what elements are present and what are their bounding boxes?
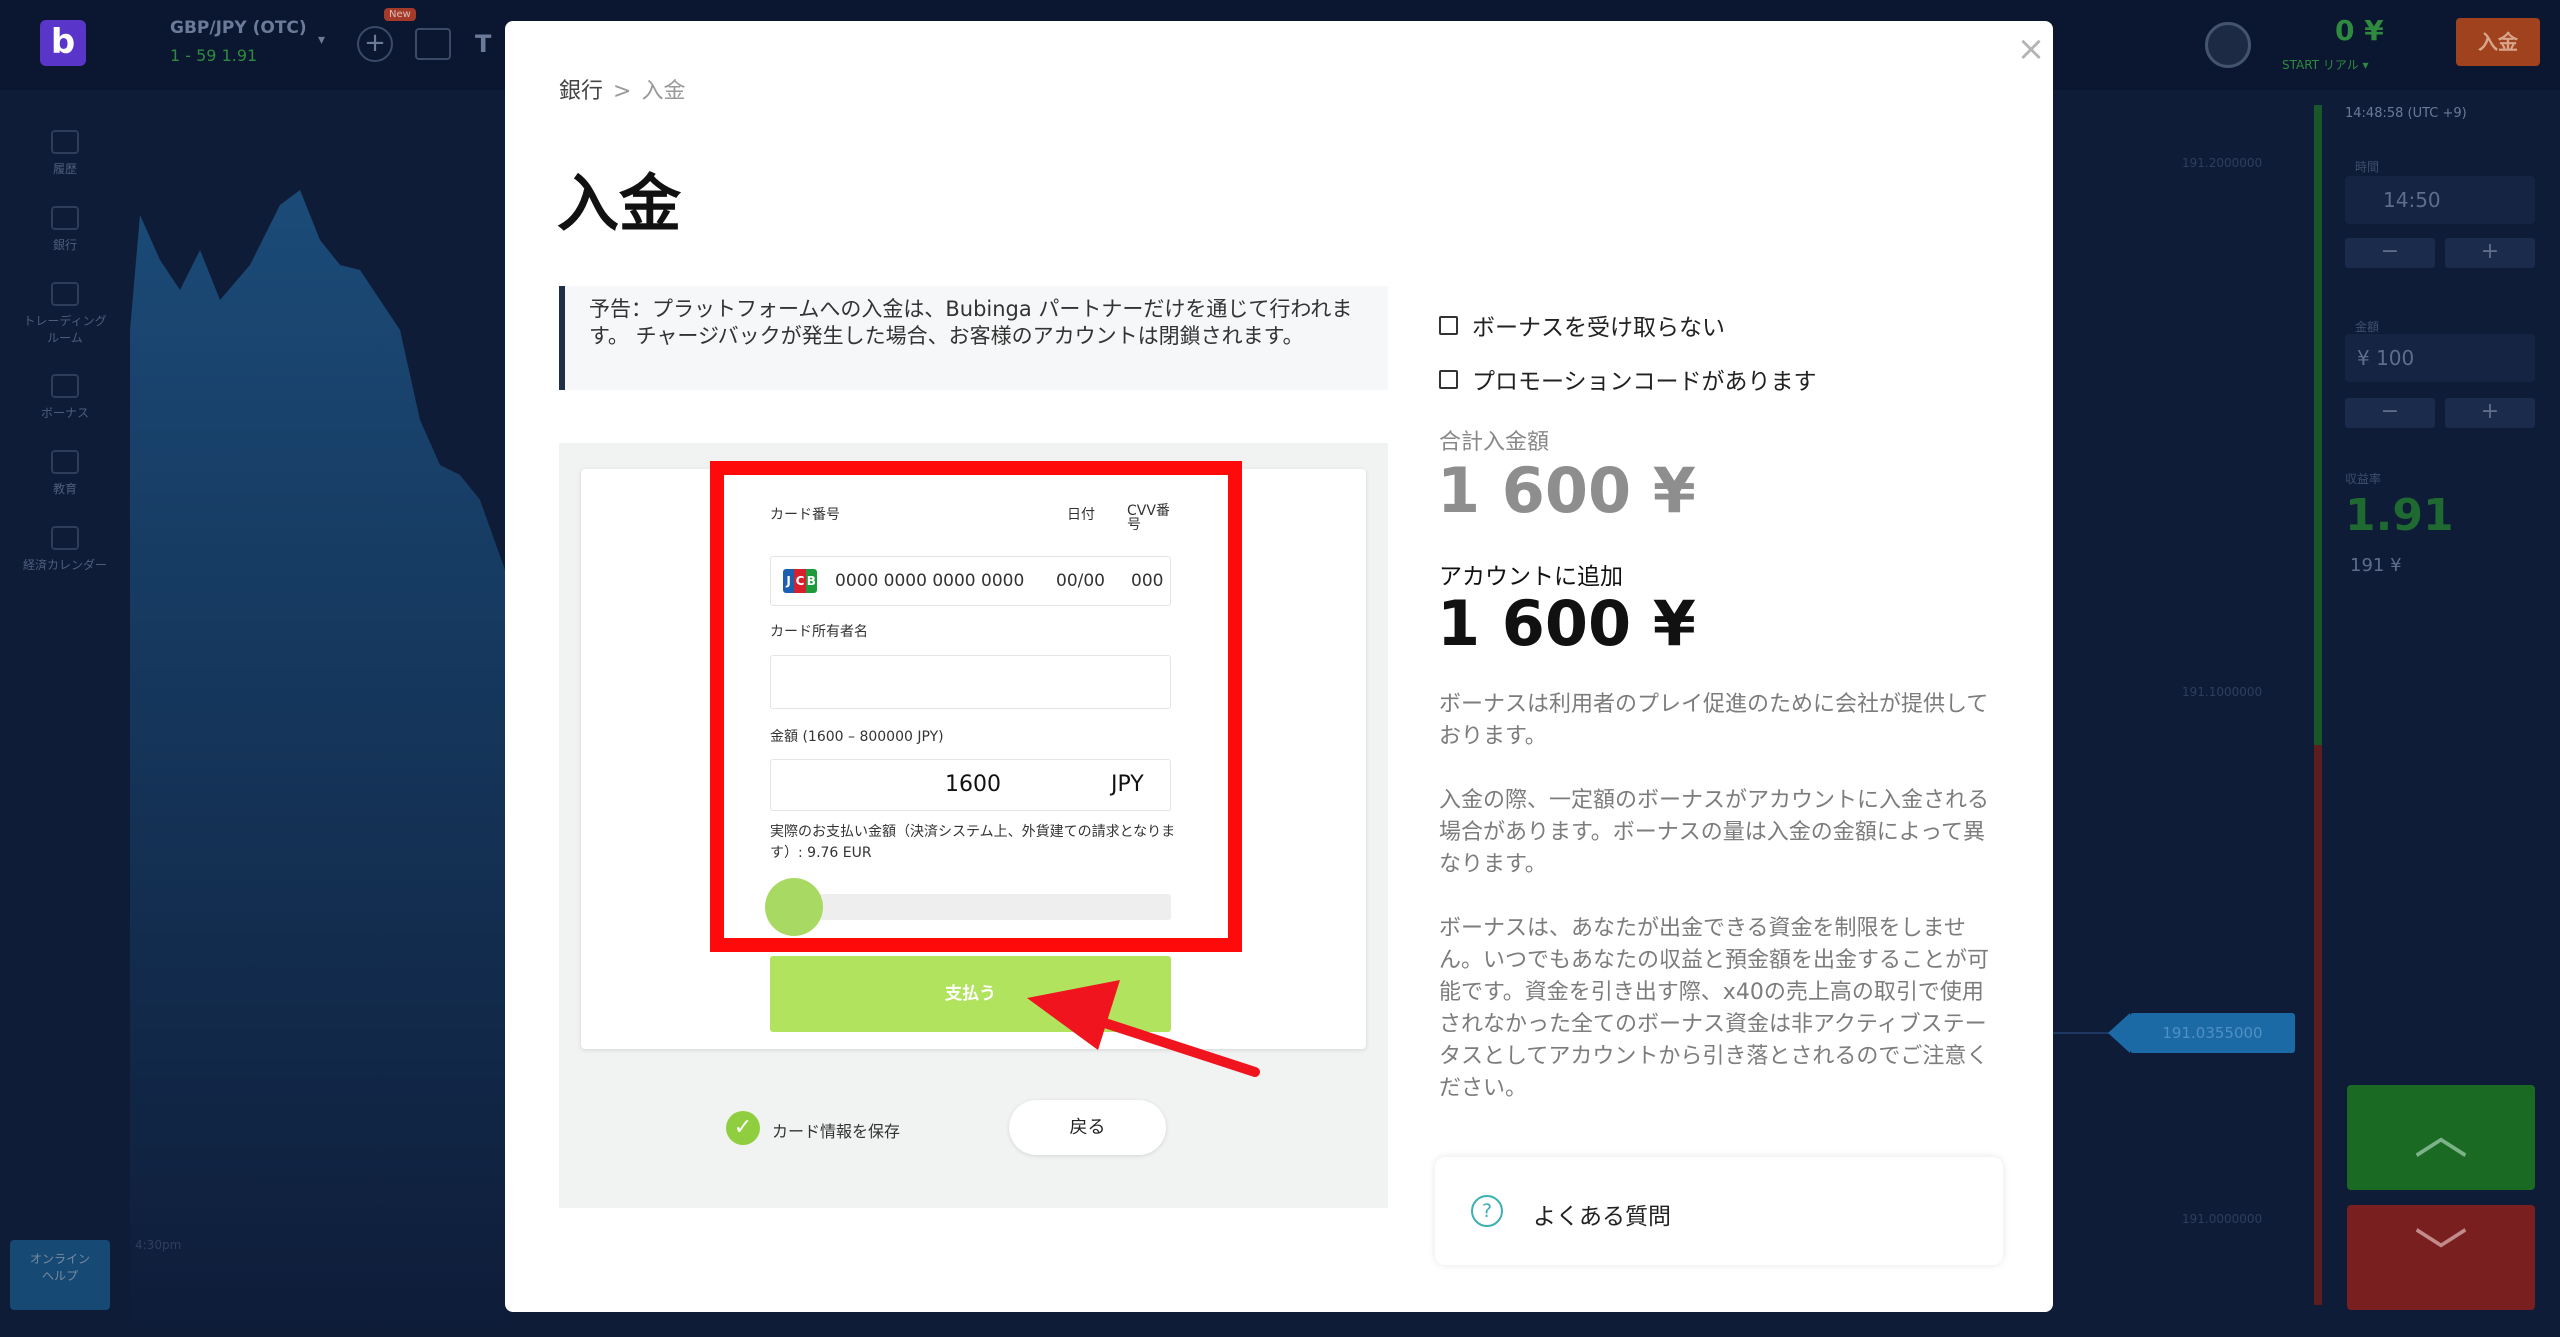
arrow-annotation bbox=[1027, 980, 1260, 1077]
